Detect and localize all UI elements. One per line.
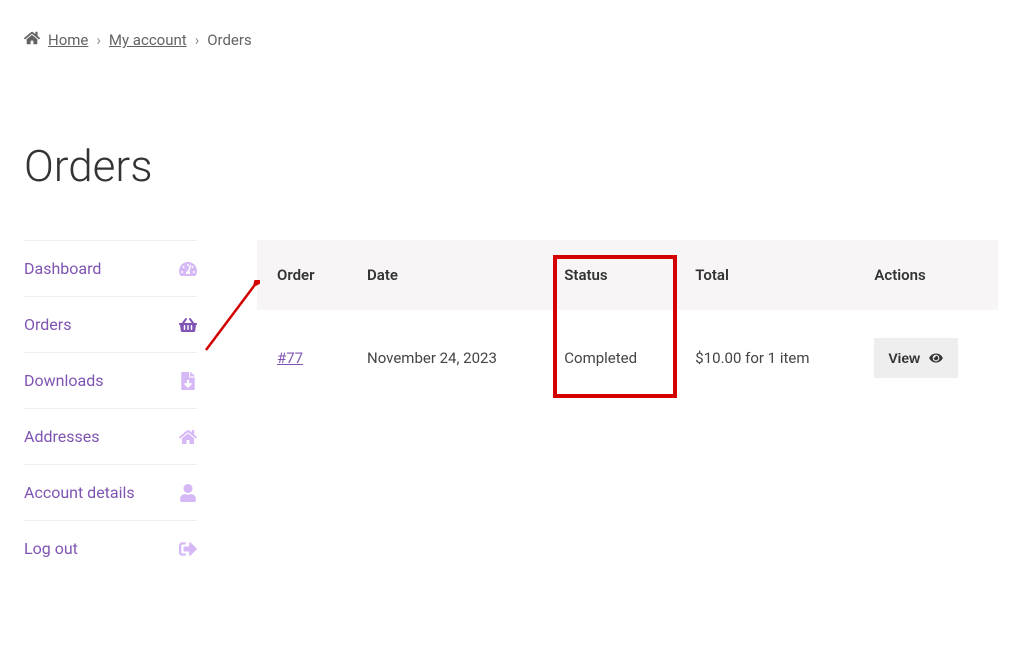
home-icon (179, 428, 197, 446)
sidebar-item-downloads[interactable]: Downloads (24, 352, 197, 408)
table-row: #77 November 24, 2023 Completed $10.00 f… (257, 310, 998, 406)
sidebar-item-orders[interactable]: Orders (24, 296, 197, 352)
sidebar-item-account-details[interactable]: Account details (24, 464, 197, 520)
sidebar-item-dashboard[interactable]: Dashboard (24, 240, 197, 296)
breadcrumb-current: Orders (207, 31, 252, 49)
sidebar-item-label: Account details (24, 483, 135, 502)
col-order: Order (257, 240, 347, 310)
cell-total: $10.00 for 1 item (675, 310, 854, 406)
sidebar-item-label: Orders (24, 315, 71, 334)
cell-order: #77 (257, 310, 347, 406)
col-status: Status (544, 240, 675, 310)
cell-status: Completed (544, 310, 675, 406)
cell-date: November 24, 2023 (347, 310, 544, 406)
orders-table-container: Order Date Status Total Actions #77 Nove… (257, 240, 998, 406)
sidebar-item-label: Dashboard (24, 259, 101, 278)
sidebar-item-label: Addresses (24, 427, 100, 446)
breadcrumb-sep: › (195, 31, 200, 49)
sidebar-item-label: Downloads (24, 371, 103, 390)
breadcrumb-account[interactable]: My account (109, 31, 187, 49)
dashboard-icon (179, 260, 197, 278)
col-date: Date (347, 240, 544, 310)
cell-actions: View (854, 310, 998, 406)
file-icon (179, 372, 197, 390)
sidebar-item-label: Log out (24, 539, 78, 558)
sidebar-item-logout[interactable]: Log out (24, 520, 197, 576)
sidebar: Dashboard Orders Downloads Addresses Acc… (24, 240, 197, 576)
breadcrumb: Home › My account › Orders (24, 30, 998, 50)
col-actions: Actions (854, 240, 998, 310)
logout-icon (179, 540, 197, 558)
breadcrumb-home[interactable]: Home (48, 31, 88, 49)
home-icon (24, 30, 40, 50)
view-button-label: View (888, 350, 920, 366)
page-title: Orders (24, 140, 998, 192)
order-link[interactable]: #77 (277, 349, 303, 367)
basket-icon (179, 316, 197, 334)
user-icon (179, 484, 197, 502)
orders-table: Order Date Status Total Actions #77 Nove… (257, 240, 998, 406)
view-button[interactable]: View (874, 338, 958, 378)
col-total: Total (675, 240, 854, 310)
breadcrumb-sep: › (96, 31, 101, 49)
sidebar-item-addresses[interactable]: Addresses (24, 408, 197, 464)
eye-icon (928, 352, 944, 364)
